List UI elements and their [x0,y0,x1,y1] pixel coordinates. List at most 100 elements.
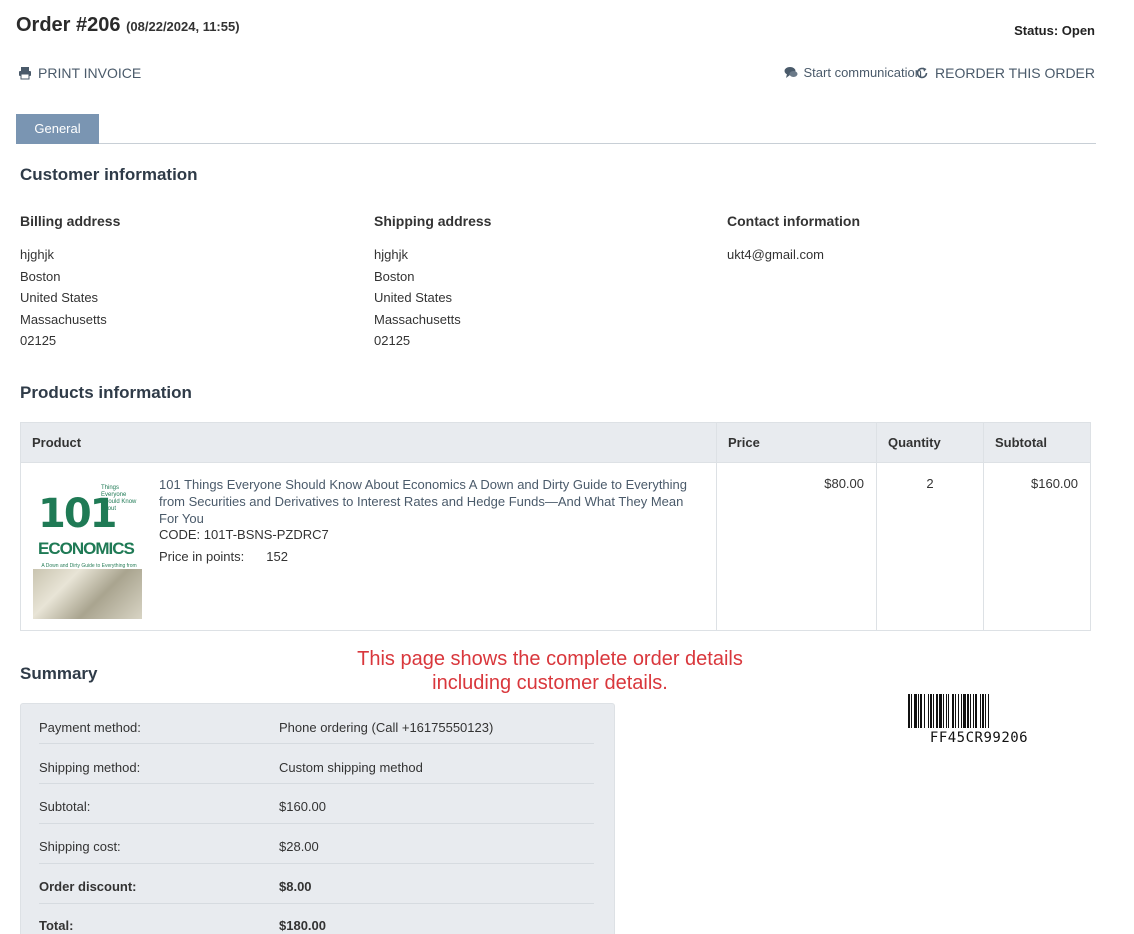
column-header-quantity: Quantity [876,422,984,463]
summary-value: $8.00 [279,879,312,894]
product-code: CODE: 101T-BSNS-PZDRC7 [159,527,329,542]
shipping-line: United States [374,290,453,305]
annotation-note: This page shows the complete order detai… [357,648,743,694]
barcode-bar [985,694,986,728]
contact-information-title: Contact information [727,213,860,229]
barcode-bar [963,694,966,728]
product-subtotal: $160.00 [983,462,1091,631]
shipping-line: Massachusetts [374,312,461,327]
summary-value: Phone ordering (Call +16175550123) [279,720,494,735]
barcode-bar [980,694,981,728]
billing-line: 02125 [20,333,57,348]
product-cell: 101 Things Everyone Should Know about EC… [20,462,717,631]
table-row: 101 Things Everyone Should Know about EC… [20,462,1091,631]
billing-line: United States [20,290,99,305]
product-quantity: 2 [876,462,984,631]
barcode-bar [933,694,934,728]
order-title: Order #206 (08/22/2024, 11:55) [16,14,240,37]
tab-general[interactable]: General [16,114,99,144]
shipping-address-title: Shipping address [374,213,492,229]
barcode-bar [914,694,917,728]
chat-icon [784,66,797,78]
column-header-price: Price [716,422,877,463]
order-status: Status: Open [1014,23,1095,38]
summary-label: Subtotal: [39,799,91,814]
contact-email: ukt4@gmail.com [727,247,825,262]
summary-box: Payment method: Phone ordering (Call +16… [20,703,615,934]
summary-row-subtotal: Subtotal: $160.00 [39,784,594,824]
summary-row-shipping-method: Shipping method: Custom shipping method [39,744,594,784]
order-number: Order #206 [16,14,121,36]
barcode-bar [920,694,922,728]
table-header-row: Product Price Quantity Subtotal [20,422,1091,463]
barcode-bar [924,694,925,728]
tab-bar: General [16,114,1096,144]
printer-icon [19,67,31,80]
print-invoice-label: PRINT INVOICE [38,65,142,81]
product-name-link[interactable]: 101 Things Everyone Should Know About Ec… [159,476,699,527]
column-header-subtotal: Subtotal [983,422,1091,463]
barcode-bar [928,694,929,728]
summary-label: Shipping method: [39,760,141,775]
summary-label: Payment method: [39,720,141,735]
summary-row-shipping-cost: Shipping cost: $28.00 [39,824,594,864]
barcode-bar [943,694,944,728]
billing-address-title: Billing address [20,213,121,229]
barcode-bar [970,694,971,728]
shipping-line: 02125 [374,333,411,348]
summary-row-payment: Payment method: Phone ordering (Call +16… [39,704,594,744]
customer-section-title: Customer information [20,165,198,184]
products-section-title: Products information [20,383,192,402]
barcode-bar [982,694,984,728]
billing-line: Massachusetts [20,312,107,327]
product-price: $80.00 [716,462,877,631]
summary-value: $28.00 [279,839,319,854]
reorder-link[interactable]: REORDER THIS ORDER [915,65,1095,81]
product-points: Price in points: 152 [159,549,288,564]
barcode-bar [958,694,959,728]
summary-label: Order discount: [39,879,137,894]
points-value: 152 [266,549,288,564]
order-date: (08/22/2024, 11:55) [126,19,240,34]
summary-label: Total: [39,918,74,933]
start-communication-label: Start communication [803,65,923,80]
cover-small-text: Things Everyone Should Know about [101,485,137,512]
barcode-bar [908,694,910,728]
barcode-bar [911,694,912,728]
barcode-bar [939,694,942,728]
barcode-bar [946,694,947,728]
billing-line: hjghjk [20,247,54,262]
barcode-bar [975,694,977,728]
product-cover-image: 101 Things Everyone Should Know about EC… [33,481,142,619]
summary-label: Shipping cost: [39,839,121,854]
shipping-line: Boston [374,269,415,284]
column-header-product: Product [20,422,717,463]
shipping-line: hjghjk [374,247,408,262]
barcode-bar [955,694,956,728]
summary-row-discount: Order discount: $8.00 [39,864,594,904]
summary-value: $160.00 [279,799,326,814]
summary-value: Custom shipping method [279,760,423,775]
print-invoice-link[interactable]: PRINT INVOICE [18,65,141,81]
cover-money-art [33,569,142,619]
barcode-bar [988,694,989,728]
summary-row-total: Total: $180.00 [39,904,594,934]
start-communication-link[interactable]: Start communication [784,65,923,80]
refresh-icon [916,67,928,79]
billing-line: Boston [20,269,61,284]
barcode-text: FF45CR99206 [929,730,1029,746]
points-label: Price in points: [159,549,245,564]
barcode-image [908,694,989,728]
barcode-bar [967,694,969,728]
summary-section-title: Summary [20,664,98,683]
reorder-label: REORDER THIS ORDER [935,65,1095,81]
summary-value: $180.00 [279,918,326,933]
products-table: Product Price Quantity Subtotal 101 Thin… [20,422,1091,631]
barcode-bar [973,694,974,728]
barcode-bar [952,694,954,728]
barcode-bar [936,694,938,728]
cover-title: ECONOMICS [38,539,135,558]
barcode-bar [948,694,949,728]
barcode-bar [918,694,919,728]
barcode-bar [930,694,932,728]
